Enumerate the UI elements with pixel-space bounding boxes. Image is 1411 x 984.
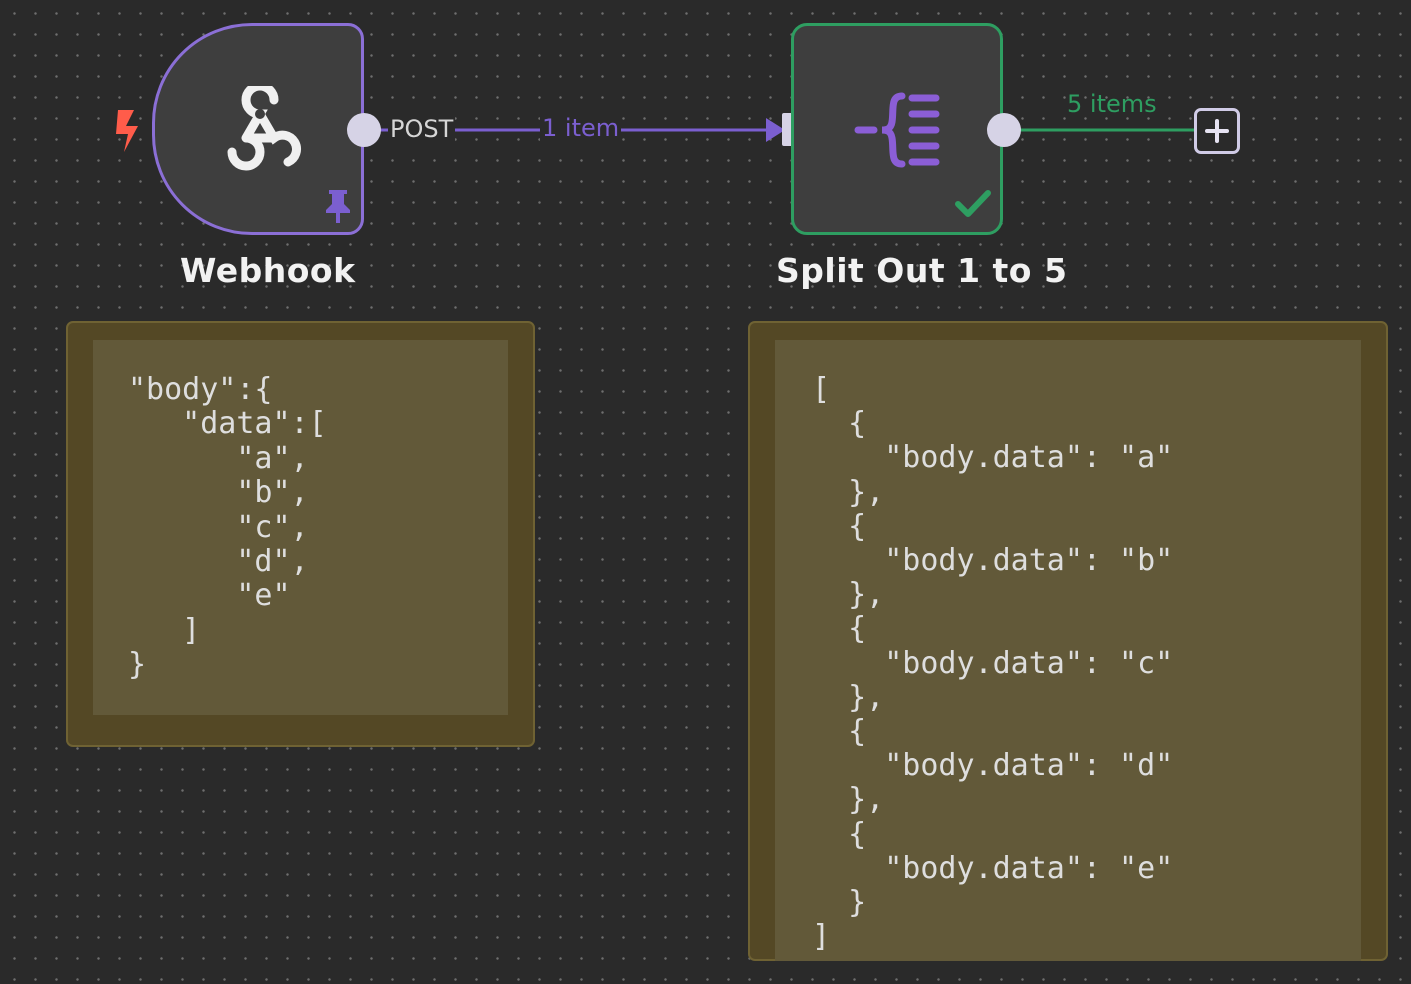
items-count-label: 1 item — [540, 114, 622, 142]
sticky-note-text: "body":{ "data":[ "a", "b", "c", "d", "e… — [128, 372, 327, 683]
lightning-bolt-icon — [116, 110, 138, 152]
sticky-note-output[interactable]: [ { "body.data": "a" }, { "body.data": "… — [748, 321, 1388, 961]
checkmark-icon — [955, 190, 991, 217]
node-title-split-out: Split Out 1 to 5 — [776, 251, 1068, 290]
node-title-webhook: Webhook — [180, 251, 356, 290]
sticky-note-text: [ { "body.data": "a" }, { "body.data": "… — [812, 372, 1174, 955]
pin-icon[interactable] — [323, 188, 353, 224]
add-node-button[interactable] — [1194, 108, 1240, 154]
split-out-node[interactable] — [791, 23, 1003, 235]
plus-icon — [1205, 119, 1229, 143]
webhook-node[interactable] — [152, 23, 364, 235]
webhook-icon — [227, 86, 301, 171]
items-count-label: 5 items — [1067, 90, 1157, 118]
output-handle-webhook[interactable] — [346, 112, 382, 148]
output-label-post: POST — [388, 115, 456, 143]
output-handle-split-out[interactable] — [986, 112, 1022, 148]
split-out-icon — [854, 92, 940, 168]
sticky-note-input[interactable]: "body":{ "data":[ "a", "b", "c", "d", "e… — [66, 321, 535, 747]
